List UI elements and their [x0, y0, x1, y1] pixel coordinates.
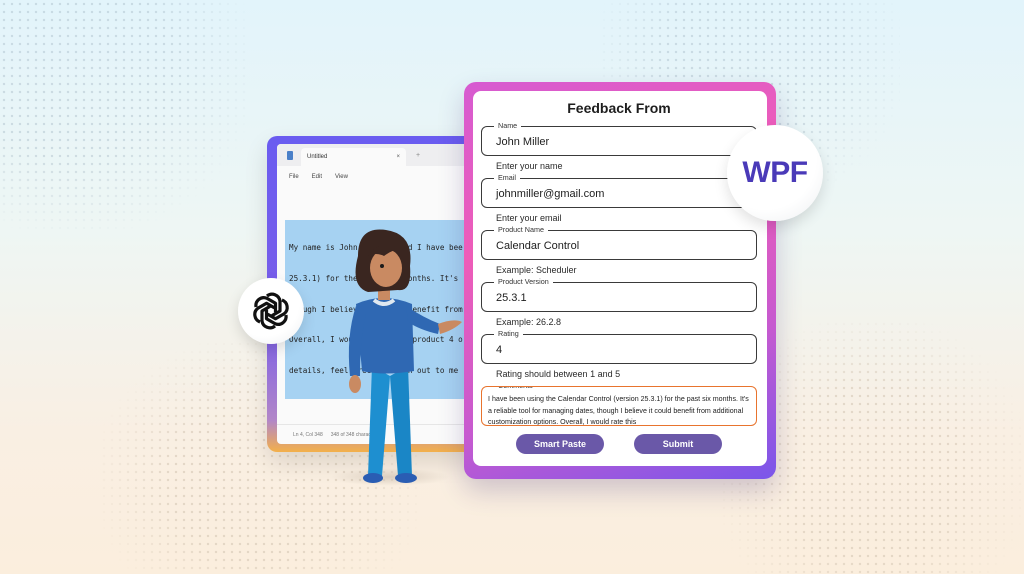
wpf-badge: WPF [727, 125, 823, 221]
notepad-menu-bar: File Edit View [277, 166, 474, 188]
feedback-form-frame: Feedback From Name John Miller Enter you… [464, 82, 776, 479]
openai-logo-icon [253, 292, 289, 330]
product-name-value: Calendar Control [496, 240, 580, 252]
smart-paste-button[interactable]: Smart Paste [516, 434, 604, 454]
character-left-shoe [363, 473, 383, 483]
form-title: Feedback From [567, 100, 671, 116]
name-field[interactable]: Name John Miller [481, 121, 757, 156]
feedback-form: Feedback From Name John Miller Enter you… [473, 91, 767, 466]
notepad-tab-bar: Untitled × + [277, 144, 474, 166]
character-eye [380, 264, 384, 268]
notepad-tab[interactable]: Untitled × [301, 148, 406, 166]
product-name-field[interactable]: Product Name Calendar Control [481, 225, 757, 260]
menu-edit[interactable]: Edit [312, 174, 322, 180]
comments-field[interactable]: Comments I have been using the Calendar … [481, 386, 757, 426]
menu-file[interactable]: File [289, 174, 299, 180]
character-right-leg [390, 366, 412, 476]
character-left-hand [349, 375, 361, 393]
cursor-position: Ln 4, Col 348 [293, 431, 323, 438]
name-label: Name [494, 121, 522, 131]
character-illustration [348, 229, 462, 483]
notepad-app-icon [287, 150, 293, 160]
comments-label: Comments [494, 387, 537, 391]
wpf-label: WPF [742, 156, 808, 189]
product-name-label: Product Name [494, 225, 548, 235]
rating-helper-text: Rating should between 1 and 5 [496, 369, 621, 379]
rating-label: Rating [494, 329, 523, 339]
form-buttons: Smart Paste Submit [481, 434, 757, 454]
background-dot-pattern [0, 0, 250, 230]
product-version-value: 25.3.1 [496, 292, 527, 304]
email-label: Email [494, 173, 520, 183]
rating-value: 4 [496, 344, 503, 356]
close-icon[interactable]: × [396, 154, 400, 160]
rating-field[interactable]: Rating 4 [481, 329, 757, 364]
new-tab-icon[interactable]: + [416, 152, 420, 159]
email-value: johnmiller@gmail.com [496, 188, 605, 200]
character-right-shoe [395, 473, 417, 483]
name-helper-text: Enter your name [496, 161, 563, 171]
character-left-leg [368, 366, 390, 476]
character-face [370, 249, 402, 287]
openai-badge [238, 278, 304, 344]
email-field[interactable]: Email johnmiller@gmail.com [481, 173, 757, 208]
notepad-tab-title: Untitled [307, 154, 328, 160]
comments-value: I have been using the Calendar Control (… [488, 395, 749, 426]
name-value: John Miller [496, 136, 550, 148]
menu-view[interactable]: View [335, 174, 348, 180]
product-version-field[interactable]: Product Version 25.3.1 [481, 277, 757, 312]
submit-button[interactable]: Submit [634, 434, 722, 454]
character-right-hand [438, 320, 462, 334]
character-torso [356, 298, 414, 374]
product-version-label: Product Version [494, 277, 553, 287]
